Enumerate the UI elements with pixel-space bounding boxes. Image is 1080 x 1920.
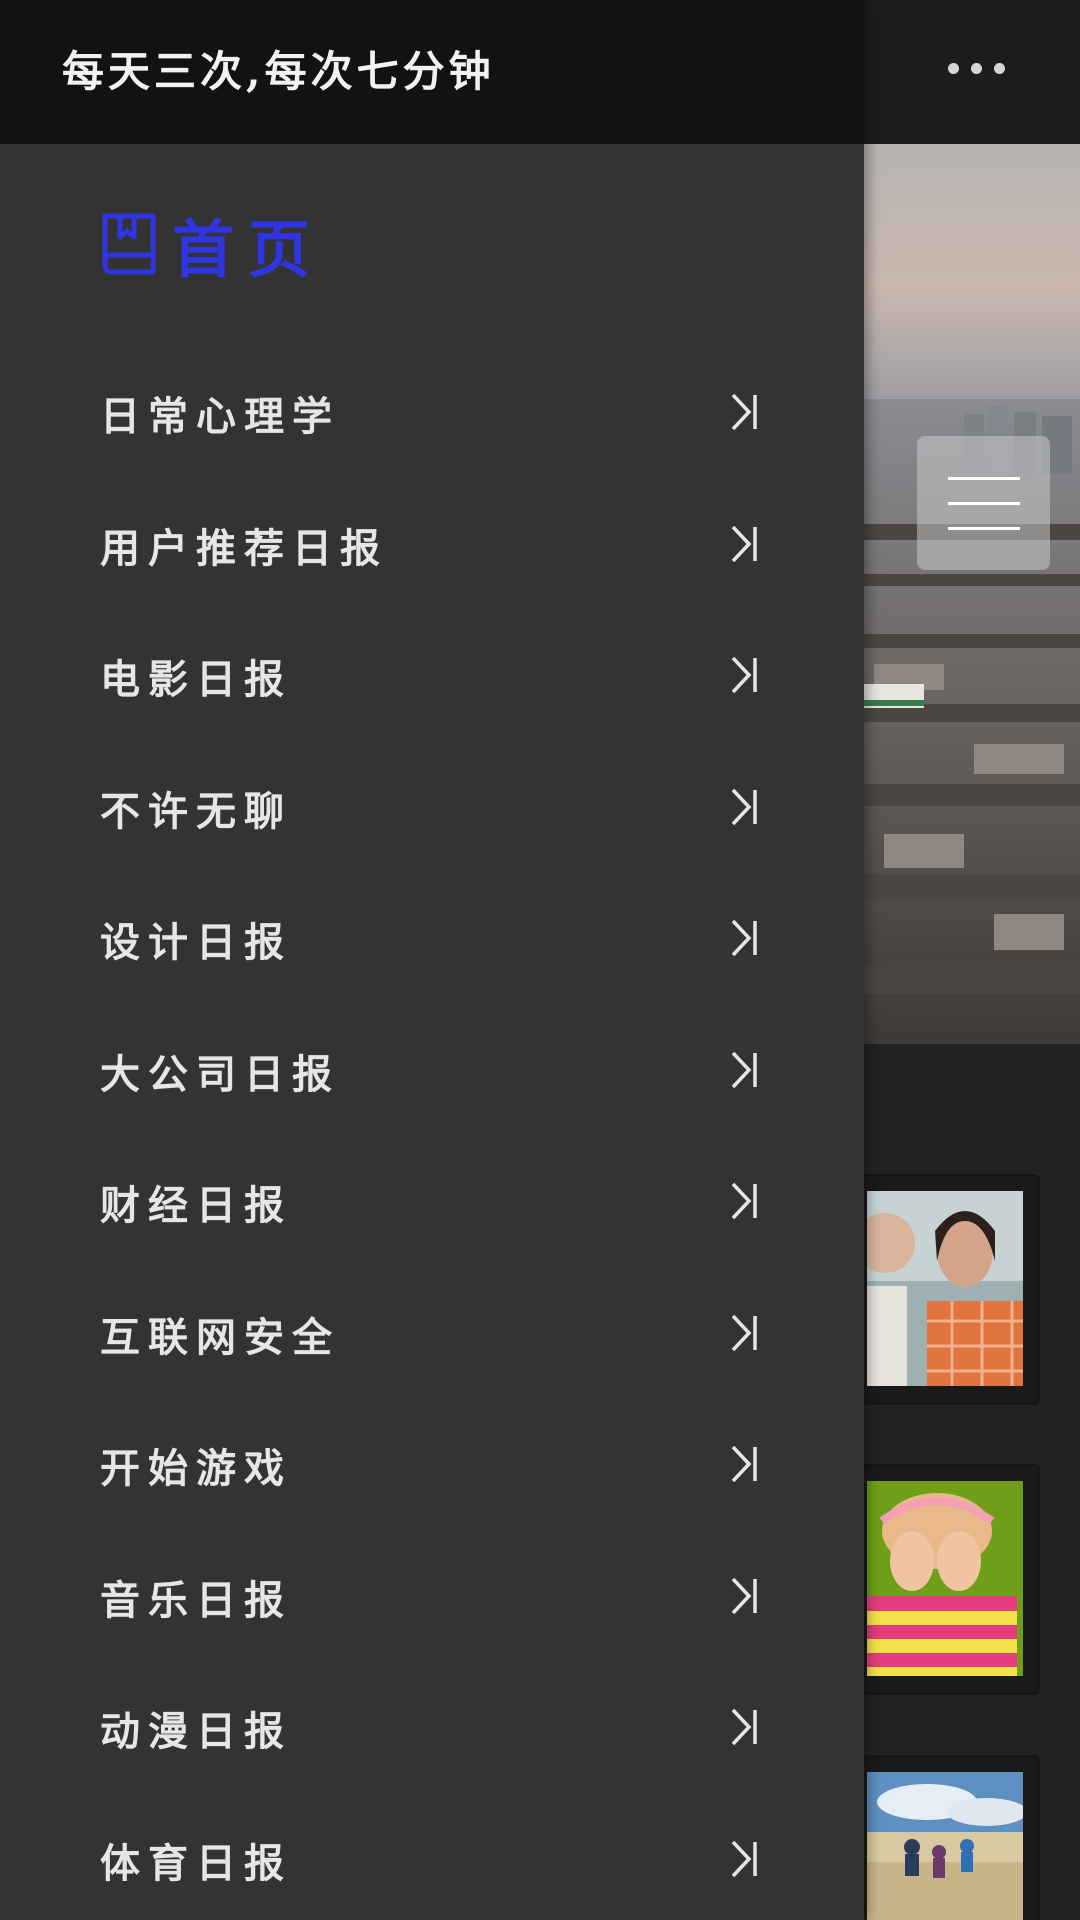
drawer-menu-item[interactable]: 财经日报 [0,1135,864,1267]
chevron-right-end-icon [731,656,757,694]
hamburger-bar [947,501,1020,505]
drawer-menu-item-label: 动漫日报 [100,1708,292,1755]
drawer-menu-list: 日常心理学用户推荐日报 电影日报不许无聊设计日报大公司日报财经日报互联网安全开始游… [0,346,864,1920]
drawer-menu-item-label: 设计日报 [100,919,292,966]
city-rooftops-photo [864,144,1080,1044]
man-and-woman-photo [867,1191,1023,1386]
drawer-menu-item-label: 音乐日报 [100,1576,292,1624]
chevron-right-end-icon [731,1577,757,1614]
drawer-menu-item-label: 财经日报 [100,1182,292,1229]
drawer-menu-item-label: 电影日报 [100,656,292,703]
drawer-menu-item-label: 日常心理学 [100,393,340,440]
chevron-right-end-icon [731,788,757,825]
drawer-menu-item[interactable]: 用户推荐日报 [0,478,864,610]
screen: 每天三次,每次七分钟 首页 日常心理学用户推荐日报 电影日报不许无聊设计日报大公司… [0,0,1080,1920]
chevron-right-end-icon [731,393,757,431]
drawer-header: 每天三次,每次七分钟 [0,0,864,144]
drawer-menu-item-label: 大公司日报 [100,1050,340,1098]
drawer-menu-item[interactable]: 开始游戏 [0,1398,864,1530]
navigation-drawer: 每天三次,每次七分钟 首页 日常心理学用户推荐日报 电影日报不许无聊设计日报大公司… [0,0,864,1920]
hikers-landscape-photo [867,1772,1023,1920]
more-dot [993,62,1005,74]
hamburger-menu-button[interactable] [917,436,1050,570]
story-card[interactable] [850,1174,1040,1405]
drawer-menu-item-label: 用户推荐日报 [100,524,388,572]
home-label: 首页 [172,213,325,286]
drawer-title: 每天三次,每次七分钟 [62,47,495,96]
drawer-menu-item-label: 开始游戏 [100,1445,292,1492]
drawer-menu-item[interactable]: 不许无聊 [0,741,864,873]
book-icon [102,213,156,275]
chevron-right-end-icon [731,1445,757,1483]
hamburger-bar [947,526,1020,530]
drawer-menu-item-label: 不许无聊 [100,787,292,835]
drawer-menu-item[interactable]: 动漫日报 [0,1661,864,1793]
drawer-menu-item[interactable]: 电影日报 [0,609,864,741]
chevron-right-end-icon [731,525,757,562]
drawer-menu-item[interactable]: 音乐日报 [0,1530,864,1662]
child-covering-eyes-photo [867,1481,1023,1676]
drawer-menu-item[interactable]: 互联网安全 [0,1267,864,1399]
more-options-button[interactable] [928,40,1024,96]
story-card[interactable] [850,1464,1040,1695]
chevron-right-end-icon [731,919,757,957]
story-card[interactable] [850,1755,1040,1920]
chevron-right-end-icon [731,1708,757,1746]
hamburger-menu-icon [947,476,1020,480]
drawer-menu-item[interactable]: 大公司日报 [0,1004,864,1136]
chevron-right-end-icon [731,1314,757,1351]
drawer-menu-item[interactable]: 日常心理学 [0,346,864,478]
chevron-right-end-icon [731,1182,757,1220]
hero-image[interactable] [864,144,1080,1044]
more-horizontal-icon [947,62,959,74]
drawer-menu-item-label: 体育日报 [100,1839,292,1887]
drawer-menu-item[interactable]: 设计日报 [0,872,864,1004]
drawer-menu-item-label: 互联网安全 [100,1313,340,1361]
more-dot [970,62,982,74]
drawer-menu-item[interactable]: 体育日报 [0,1793,864,1920]
chevron-right-end-icon [731,1840,757,1877]
home-link[interactable]: 首页 [100,204,324,286]
chevron-right-end-icon [731,1051,757,1088]
